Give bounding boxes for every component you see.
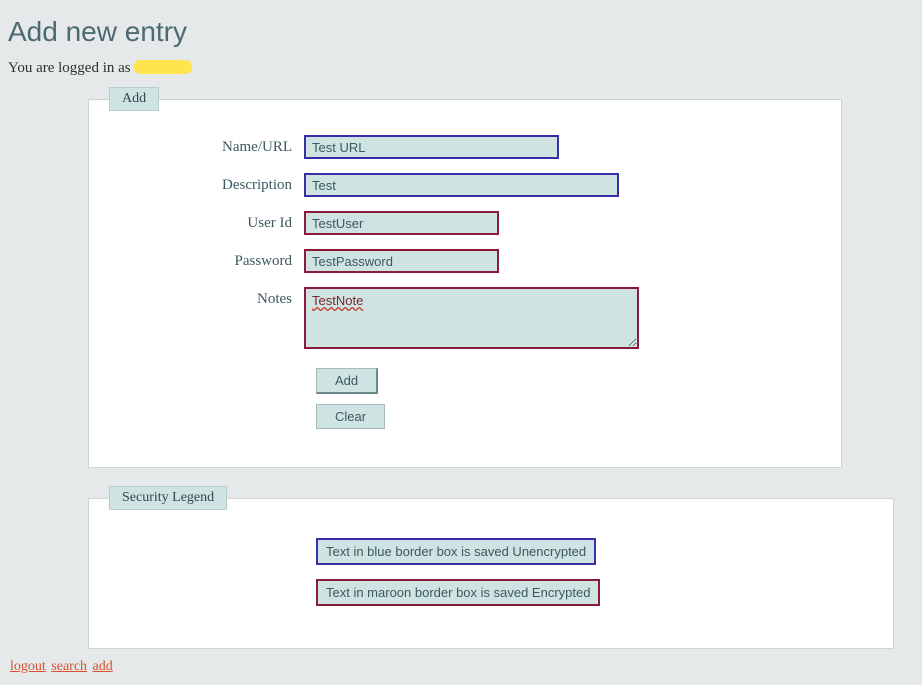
logout-link[interactable]: logout — [10, 659, 46, 674]
security-legend-title: Security Legend — [109, 486, 227, 510]
legend-encrypted: Text in maroon border box is saved Encry… — [316, 579, 600, 606]
clear-button[interactable]: Clear — [316, 404, 385, 429]
search-link[interactable]: search — [51, 659, 87, 674]
login-status: You are logged in as — [8, 60, 912, 77]
userid-label: User Id — [109, 211, 304, 232]
password-input[interactable] — [304, 249, 499, 273]
security-legend-fieldset: Security Legend Text in blue border box … — [88, 486, 894, 649]
name-url-label: Name/URL — [109, 135, 304, 156]
add-button[interactable]: Add — [316, 368, 378, 394]
notes-textarea[interactable]: TestNote — [304, 287, 639, 349]
name-url-input[interactable] — [304, 135, 559, 159]
page-title: Add new entry — [8, 16, 912, 48]
add-link[interactable]: add — [93, 659, 113, 674]
userid-input[interactable] — [304, 211, 499, 235]
add-legend: Add — [109, 87, 159, 111]
footer-links: logout search add — [10, 659, 912, 675]
description-input[interactable] — [304, 173, 619, 197]
add-fieldset: Add Name/URL Description User Id Passwor… — [88, 87, 842, 468]
password-label: Password — [109, 249, 304, 270]
redacted-username — [134, 60, 192, 74]
legend-unencrypted: Text in blue border box is saved Unencry… — [316, 538, 596, 565]
description-label: Description — [109, 173, 304, 194]
login-prefix: You are logged in as — [8, 60, 134, 76]
notes-label: Notes — [109, 287, 304, 308]
